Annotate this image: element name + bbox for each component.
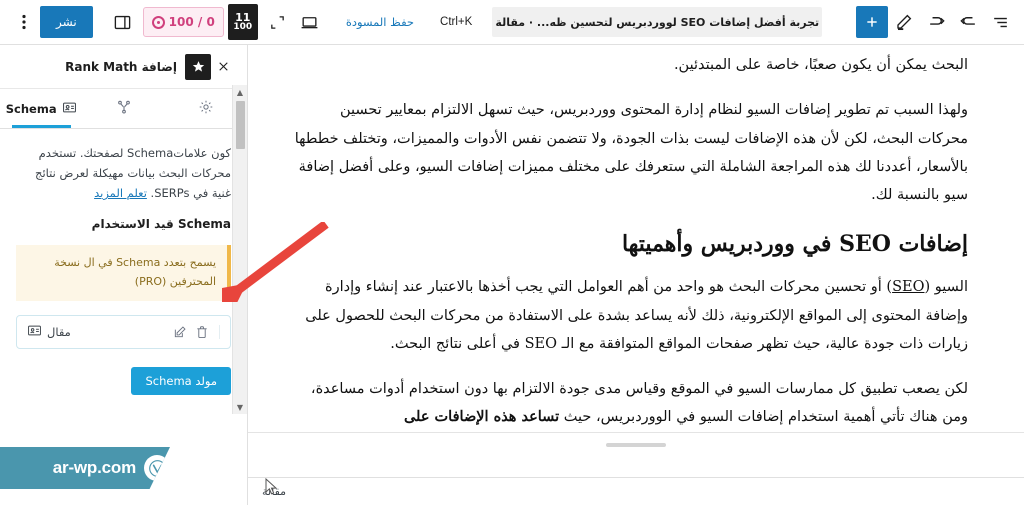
schema-item-actions <box>173 324 220 339</box>
fullscreen-button[interactable] <box>262 6 294 38</box>
paragraph3-part-b: ) أو تحسين محركات البحث هو واحد من أهم ا… <box>305 279 968 352</box>
list-view-button[interactable] <box>984 6 1016 38</box>
command-shortcut-hint: Ctrl+K <box>440 16 473 28</box>
trash-icon[interactable] <box>195 325 209 339</box>
undo-button[interactable] <box>952 6 984 38</box>
rank-math-sidebar: إضافة Rank Math Schema كون علاماتSchema … <box>0 45 248 505</box>
editor-bottom-bar: مقالة <box>248 477 1024 505</box>
tab-schema[interactable]: Schema <box>0 89 82 128</box>
redo-button[interactable] <box>920 6 952 38</box>
edit-pencil-icon[interactable] <box>173 325 187 339</box>
close-icon[interactable] <box>211 55 235 79</box>
editor-canvas[interactable]: البحث يمكن أن يكون صعبًا، خاصة على المبت… <box>248 45 1024 505</box>
add-block-button[interactable] <box>856 6 888 38</box>
schema-description-brand: Schema <box>127 146 174 160</box>
content-paragraph[interactable]: البحث يمكن أن يكون صعبًا، خاصة على المبت… <box>288 51 968 79</box>
settings-sidebar-toggle-button[interactable] <box>107 6 139 38</box>
site-watermark: ar-wp.com <box>0 447 170 489</box>
scrollbar-thumb[interactable] <box>236 101 245 149</box>
tab-social[interactable] <box>82 89 164 128</box>
sidebar-header: إضافة Rank Math <box>0 45 247 89</box>
paragraph4-bold-part: تساعد هذه الإضافات على <box>403 408 560 426</box>
schema-card-icon <box>62 100 77 118</box>
schema-item-label-group: مقال <box>27 323 71 341</box>
editor-content: البحث يمكن أن يكون صعبًا، خاصة على المبت… <box>248 45 1024 432</box>
sidebar-title: إضافة Rank Math <box>65 59 177 74</box>
breadcrumb[interactable]: مقالة <box>262 485 286 498</box>
schema-description: كون علاماتSchema لصفحتك. تستخدم محركات ا… <box>16 143 231 203</box>
watermark-text: ar-wp.com <box>52 458 136 477</box>
generator-row: مولد Schema <box>16 366 231 395</box>
social-share-icon <box>116 99 132 118</box>
seo-score-value: 100 / 0 <box>168 15 215 29</box>
more-options-button[interactable] <box>8 6 40 38</box>
article-card-icon <box>27 323 42 341</box>
sidebar-scrollbar[interactable]: ▲ ▼ <box>232 85 247 414</box>
seo-score-badge[interactable]: 100 / 0 <box>142 7 224 37</box>
learn-more-link[interactable]: تعلم المزيد <box>94 186 147 200</box>
scroll-up-arrow[interactable]: ▲ <box>237 85 243 99</box>
pro-upgrade-notice: يسمح بتعدد Schema في ال نسخة المحترفين (… <box>16 245 231 301</box>
readability-score-den: 100 <box>233 22 253 33</box>
seo-underlined-term: SEO <box>892 279 925 296</box>
canvas-bottom-divider <box>248 432 1024 433</box>
paragraph3-part-a: السيو ( <box>924 279 968 296</box>
preview-device-button[interactable] <box>294 6 326 38</box>
schema-in-use-label: Schema قيد الاستخدام <box>91 217 231 232</box>
schema-description-pre: كون علامات <box>173 146 231 160</box>
scroll-down-arrow[interactable]: ▼ <box>237 400 243 414</box>
gear-icon <box>198 99 214 118</box>
document-title-bar[interactable]: تجربة أفضل إضافات SEO لووردبريس لتحسين ظ… <box>492 7 823 37</box>
readability-score-chip[interactable]: 11 100 <box>227 4 258 40</box>
canvas-resize-handle[interactable] <box>606 443 666 447</box>
pro-notice-text: يسمح بتعدد Schema في ال نسخة المحترفين (… <box>54 256 216 289</box>
content-heading[interactable]: إضافات SEO في ووردبريس وأهميتها <box>288 231 968 257</box>
content-paragraph[interactable]: السيو (SEO) أو تحسين محركات البحث هو واح… <box>288 273 968 358</box>
editor-top-toolbar: نشر 100 / 0 11 100 حفظ المسودة Ctrl+K تج… <box>0 0 1024 45</box>
target-icon <box>151 15 165 29</box>
star-icon[interactable] <box>185 53 211 80</box>
schema-generator-button[interactable]: مولد Schema <box>131 366 231 395</box>
content-paragraph[interactable]: ولهذا السبب تم تطوير إضافات السيو لنظام … <box>288 96 968 209</box>
schema-item-name: مقال <box>47 324 71 339</box>
sidebar-tabs: Schema <box>0 89 247 129</box>
schema-list-item[interactable]: مقال <box>16 314 231 349</box>
content-paragraph[interactable]: لكن يصعب تطبيق كل ممارسات السيو في الموق… <box>288 375 968 432</box>
publish-button[interactable]: نشر <box>40 6 93 38</box>
save-draft-button[interactable]: حفظ المسودة <box>336 15 424 29</box>
edit-mode-button[interactable] <box>888 6 920 38</box>
tab-schema-label: Schema <box>5 101 57 116</box>
